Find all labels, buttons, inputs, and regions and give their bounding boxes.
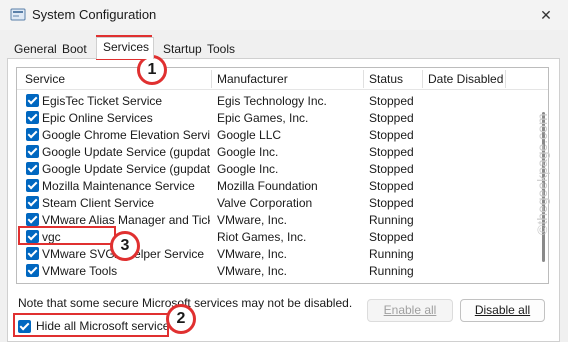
service-checkbox[interactable] [26,213,39,226]
list-header: Service Manufacturer Status Date Disable… [17,68,548,90]
tab-tools[interactable]: Tools [200,39,242,59]
tab-services[interactable]: Services [96,37,154,59]
service-manufacturer: Google LLC [217,128,282,142]
column-divider [505,70,506,88]
service-name: Google Update Service (gupdatem) [42,162,210,176]
service-checkbox[interactable] [26,230,39,243]
service-status: Running [369,247,414,261]
table-row[interactable]: VMware Tools VMware, Inc. Running [17,262,537,279]
service-name: VMware Tools [42,264,118,278]
service-status: Stopped [369,179,414,193]
column-divider [211,70,212,88]
table-row[interactable]: Mozilla Maintenance Service Mozilla Foun… [17,177,537,194]
service-status: Stopped [369,111,414,125]
table-row[interactable]: Epic Online Services Epic Games, Inc. St… [17,109,537,126]
service-manufacturer: Valve Corporation [217,196,313,210]
service-status: Stopped [369,94,414,108]
watermark-text: ©thegeekpage.com [534,113,550,235]
table-row[interactable]: Google Update Service (gupdate) Google I… [17,143,537,160]
service-manufacturer: Epic Games, Inc. [217,111,309,125]
system-configuration-icon [10,8,26,21]
disable-all-label: Disable all [474,303,531,317]
service-checkbox[interactable] [26,145,39,158]
table-row[interactable]: Google Chrome Elevation Servic... Google… [17,126,537,143]
service-name: EgisTec Ticket Service [42,94,163,108]
title-bar: System Configuration ✕ [0,0,568,30]
table-row[interactable]: VMware Alias Manager and Ticke... VMware… [17,211,537,228]
table-row[interactable]: vgc Riot Games, Inc. Stopped [17,228,537,245]
service-checkbox[interactable] [26,179,39,192]
services-list[interactable]: Service Manufacturer Status Date Disable… [16,67,549,284]
service-status: Running [369,213,414,227]
enable-all-button[interactable]: Enable all [367,299,453,322]
column-divider [422,70,423,88]
service-manufacturer: Riot Games, Inc. [217,230,307,244]
service-status: Stopped [369,196,414,210]
service-checkbox[interactable] [26,128,39,141]
service-manufacturer: Google Inc. [217,162,279,176]
table-row[interactable]: EgisTec Ticket Service Egis Technology I… [17,92,537,109]
service-manufacturer: VMware, Inc. [217,213,288,227]
service-name: Steam Client Service [42,196,155,210]
service-status: Running [369,264,414,278]
service-checkbox[interactable] [26,94,39,107]
service-manufacturer: VMware, Inc. [217,247,288,261]
service-name: Mozilla Maintenance Service [42,179,195,193]
close-icon[interactable]: ✕ [536,5,556,25]
tab-bar: General Boot Services Startup Tools [7,37,562,59]
column-header-service[interactable]: Service [25,72,65,86]
column-divider [363,70,364,88]
service-manufacturer: VMware, Inc. [217,264,288,278]
table-row[interactable]: VMware SVGA Helper Service VMware, Inc. … [17,245,537,262]
service-checkbox[interactable] [26,247,39,260]
step-badge-3: 3 [110,231,140,261]
service-manufacturer: Egis Technology Inc. [217,94,327,108]
service-checkbox[interactable] [26,162,39,175]
service-name: VMware Alias Manager and Ticke... [42,213,210,227]
service-status: Stopped [369,230,414,244]
hide-microsoft-services-checkbox[interactable] [18,320,31,333]
service-checkbox[interactable] [26,264,39,277]
service-name: Google Chrome Elevation Servic... [42,128,210,142]
service-name: Google Update Service (gupdate) [42,145,210,159]
service-status: Stopped [369,162,414,176]
service-manufacturer: Mozilla Foundation [217,179,318,193]
service-status: Stopped [369,128,414,142]
window-title: System Configuration [32,7,157,22]
column-header-status[interactable]: Status [369,72,403,86]
service-status: Stopped [369,145,414,159]
step-badge-2: 2 [166,304,196,334]
service-manufacturer: Google Inc. [217,145,279,159]
table-row[interactable]: Google Update Service (gupdatem) Google … [17,160,537,177]
watermark: ©thegeekpage.com [534,75,550,245]
column-header-manufacturer[interactable]: Manufacturer [217,72,288,86]
step-badge-1: 1 [137,55,167,85]
hide-microsoft-services-label[interactable]: Hide all Microsoft services [36,319,175,333]
enable-all-label: Enable all [383,303,437,317]
service-checkbox[interactable] [26,196,39,209]
column-header-date-disabled[interactable]: Date Disabled [428,72,503,86]
service-checkbox[interactable] [26,111,39,124]
service-name: Epic Online Services [42,111,153,125]
table-row[interactable]: Steam Client Service Valve Corporation S… [17,194,537,211]
disable-all-button[interactable]: Disable all [460,299,545,322]
tab-boot[interactable]: Boot [55,39,94,59]
